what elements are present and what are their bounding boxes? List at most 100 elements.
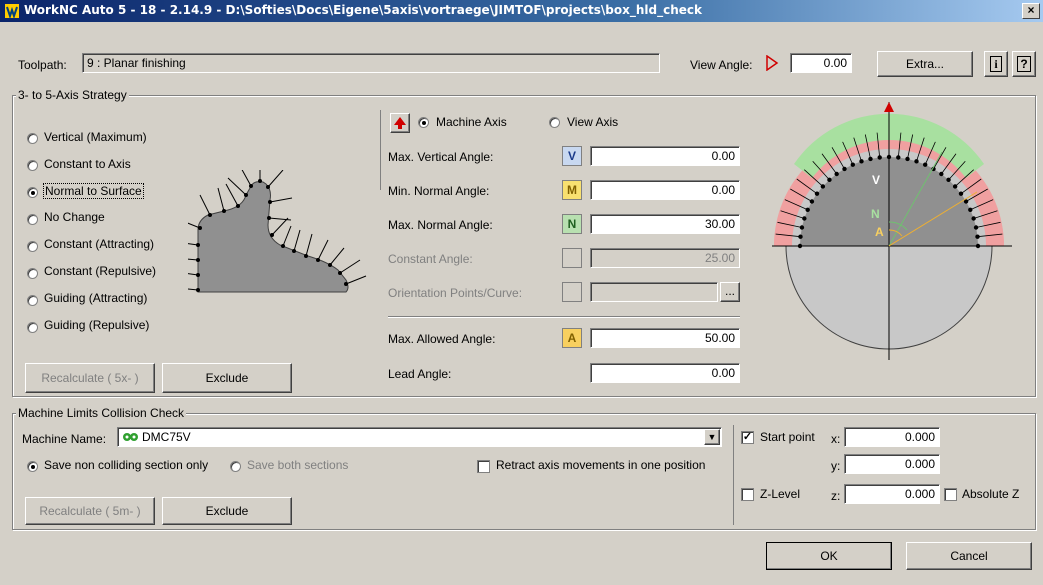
constant-badge: [562, 248, 582, 268]
diagram-dot: [805, 207, 810, 213]
max-normal-angle-field[interactable]: 30.00: [590, 214, 740, 234]
view-angle-arrow-icon: [766, 55, 779, 71]
lead-angle-field[interactable]: 0.00: [590, 363, 740, 383]
radio-view-axis[interactable]: [549, 117, 560, 128]
diagram-dot: [842, 166, 847, 172]
diagram-dot: [814, 191, 820, 196]
diagram-dot: [834, 171, 839, 177]
option-label: Vertical (Maximum): [44, 130, 147, 144]
machine-name-select[interactable]: DMC75V: [117, 427, 722, 447]
arrow-up-icon: [394, 117, 406, 129]
radio-constant-to-axis[interactable]: [27, 160, 38, 171]
start-y-field[interactable]: 0.000: [844, 454, 940, 474]
min-normal-angle-field[interactable]: 0.00: [590, 180, 740, 200]
orientation-browse-button[interactable]: ...: [720, 282, 740, 302]
diagram-dot: [922, 162, 928, 167]
n-marker: N: [871, 207, 880, 221]
start-x-field[interactable]: 0.000: [844, 427, 940, 447]
machine-name-label: Machine Name:: [22, 432, 107, 446]
diagram-dot: [802, 216, 807, 221]
retract-label: Retract axis movements in one position: [496, 458, 706, 472]
diagram-dot: [968, 207, 973, 213]
extra-button[interactable]: Extra...: [877, 51, 973, 77]
start-point-divider: [733, 425, 734, 525]
axis-arrow-button[interactable]: [390, 113, 410, 133]
z-level-checkbox[interactable]: [741, 488, 754, 501]
radio-guiding-attracting[interactable]: [27, 295, 38, 306]
machine-name-value: DMC75V: [142, 430, 191, 444]
radio-normal-to-surface[interactable]: [27, 187, 38, 198]
diagram-dot: [859, 159, 864, 164]
info-button[interactable]: i: [984, 51, 1008, 77]
diagram-dot: [914, 159, 919, 164]
a-marker: A: [875, 225, 884, 239]
option-label: Constant (Repulsive): [44, 264, 157, 278]
min-normal-angle-label: Min. Normal Angle:: [388, 184, 490, 198]
option-label: Normal to Surface: [43, 183, 144, 199]
radio-no-change[interactable]: [27, 214, 38, 225]
title-bar: WorkNC Auto 5 - 18 - 2.14.9 - D:\Softies…: [0, 0, 1043, 22]
start-point-checkbox[interactable]: ✓: [741, 431, 754, 444]
retract-checkbox[interactable]: [477, 460, 490, 473]
radio-constant-repulsive[interactable]: [27, 268, 38, 279]
radio-guiding-repulsive[interactable]: [27, 322, 38, 333]
a-badge: A: [562, 328, 582, 348]
radio-constant-attracting[interactable]: [27, 241, 38, 252]
max-vertical-angle-field[interactable]: 0.00: [590, 146, 740, 166]
save-non-colliding-label: Save non colliding section only: [44, 458, 209, 472]
max-allowed-angle-field[interactable]: 50.00: [590, 328, 740, 348]
machine-icon: [123, 433, 138, 441]
collision-recalculate-button[interactable]: Recalculate ( 5m- ): [25, 497, 155, 525]
strategy-exclude-button[interactable]: Exclude: [162, 363, 292, 393]
orientation-field[interactable]: [590, 282, 718, 302]
view-angle-field[interactable]: 0.00: [790, 53, 852, 73]
window-title: WorkNC Auto 5 - 18 - 2.14.9 - D:\Softies…: [24, 3, 702, 17]
axis-divider: [380, 110, 381, 190]
angle-diagram: V N A: [772, 102, 1012, 360]
cancel-button[interactable]: Cancel: [906, 542, 1032, 570]
start-point-label: Start point: [760, 430, 815, 444]
diagram-dot: [827, 177, 832, 183]
lead-angle-label: Lead Angle:: [388, 367, 452, 381]
diagram-dot: [958, 191, 964, 196]
orientation-label: Orientation Points/Curve:: [388, 286, 523, 300]
start-z-field[interactable]: 0.000: [844, 484, 940, 504]
constant-angle-field[interactable]: 25.00: [590, 248, 740, 268]
ok-button[interactable]: OK: [766, 542, 892, 570]
max-allowed-angle-label: Max. Allowed Angle:: [388, 332, 496, 346]
diagram-dot: [896, 155, 901, 160]
radio-machine-axis[interactable]: [418, 117, 429, 128]
diagram-dot: [868, 156, 873, 162]
option-label: No Change: [44, 210, 105, 224]
radio-save-non-colliding[interactable]: [27, 461, 38, 472]
diagram-dot: [975, 234, 980, 239]
radio-vertical-maximum[interactable]: [27, 133, 38, 144]
view-axis-label: View Axis: [567, 115, 619, 129]
n-badge: N: [562, 214, 582, 234]
option-label: Guiding (Attracting): [44, 291, 148, 305]
z-label: z:: [831, 489, 841, 503]
diagram-dot: [905, 156, 910, 162]
radio-save-both[interactable]: [230, 461, 241, 472]
max-normal-angle-label: Max. Normal Angle:: [388, 218, 493, 232]
diagram-dot: [973, 225, 979, 230]
machine-dropdown-button[interactable]: ▼: [704, 429, 720, 445]
strategy-recalculate-button[interactable]: Recalculate ( 5x- ): [25, 363, 155, 393]
option-label: Constant (Attracting): [44, 237, 155, 251]
absolute-z-checkbox[interactable]: [944, 488, 957, 501]
diagram-dot: [952, 184, 958, 189]
x-label: x:: [831, 432, 841, 446]
close-button[interactable]: ×: [1022, 3, 1040, 19]
diagram-dot: [798, 234, 803, 239]
chevron-down-icon: ▼: [707, 432, 717, 442]
diagram-dot: [971, 216, 976, 221]
option-label: Guiding (Repulsive): [44, 318, 150, 332]
absolute-z-label: Absolute Z: [962, 487, 1020, 501]
diagram-dot: [809, 199, 815, 204]
constant-angle-label: Constant Angle:: [388, 252, 473, 266]
y-label: y:: [831, 459, 841, 473]
collision-exclude-button[interactable]: Exclude: [162, 497, 292, 525]
help-button[interactable]: ?: [1012, 51, 1036, 77]
collision-group-title: Machine Limits Collision Check: [16, 406, 187, 420]
v-badge: V: [562, 146, 582, 166]
